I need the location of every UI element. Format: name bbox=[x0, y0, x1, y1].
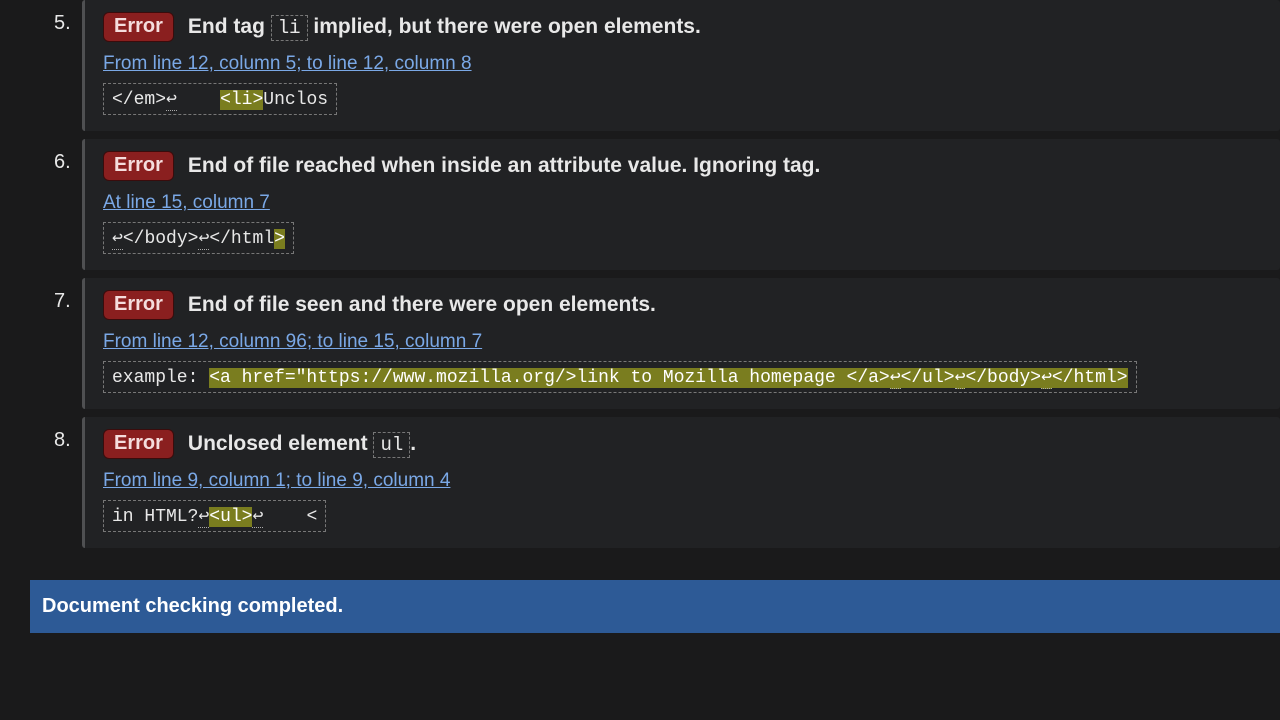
message-number: 8. bbox=[54, 429, 71, 452]
location-link[interactable]: From line 12, column 96; to line 15, col… bbox=[103, 331, 482, 353]
completion-banner: Document checking completed. bbox=[30, 580, 1280, 633]
location-link[interactable]: At line 15, column 7 bbox=[103, 192, 270, 214]
error-badge: Error bbox=[103, 429, 174, 459]
location-link[interactable]: From line 12, column 5; to line 12, colu… bbox=[103, 53, 472, 75]
message-text: Unclosed element ul. bbox=[188, 432, 416, 456]
code-extract: example: <a href="https://www.mozilla.or… bbox=[103, 361, 1137, 393]
validation-message: 8. Error Unclosed element ul. From line … bbox=[30, 417, 1280, 548]
validation-message: 5. Error End tag li implied, but there w… bbox=[30, 0, 1280, 131]
message-text: End of file seen and there were open ele… bbox=[188, 293, 656, 317]
code-token: ul bbox=[373, 432, 410, 458]
code-extract: ↩</body>↩</html> bbox=[103, 222, 294, 254]
code-extract: in HTML?↩<ul>↩ < bbox=[103, 500, 326, 532]
message-number: 7. bbox=[54, 290, 71, 313]
code-extract: </em>↩ <li>Unclos bbox=[103, 83, 337, 115]
error-badge: Error bbox=[103, 12, 174, 42]
error-badge: Error bbox=[103, 151, 174, 181]
code-token: li bbox=[271, 15, 308, 41]
validation-message: 7. Error End of file seen and there were… bbox=[30, 278, 1280, 409]
message-text: End of file reached when inside an attri… bbox=[188, 154, 820, 178]
message-number: 5. bbox=[54, 12, 71, 35]
validation-message: 6. Error End of file reached when inside… bbox=[30, 139, 1280, 270]
message-number: 6. bbox=[54, 151, 71, 174]
error-badge: Error bbox=[103, 290, 174, 320]
location-link[interactable]: From line 9, column 1; to line 9, column… bbox=[103, 470, 450, 492]
message-text: End tag li implied, but there were open … bbox=[188, 15, 701, 39]
